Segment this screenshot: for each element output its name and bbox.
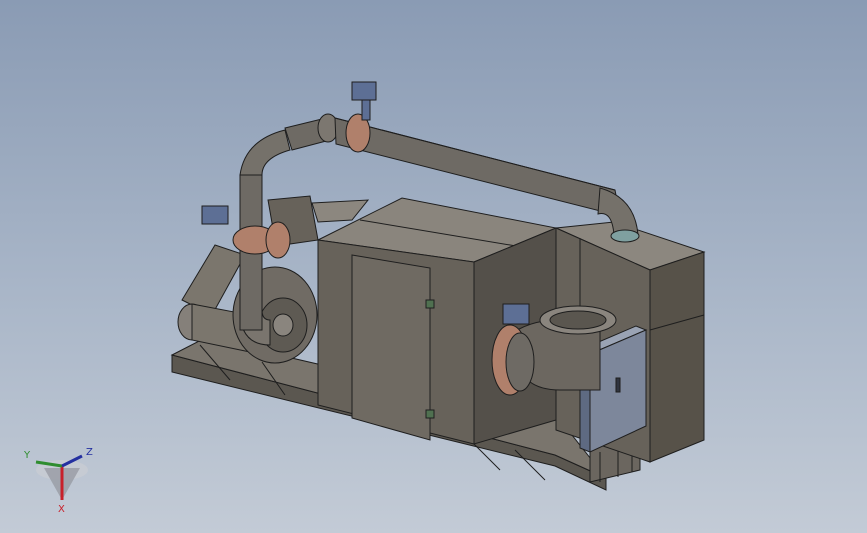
actuator-icon bbox=[351, 81, 377, 101]
cad-model-view[interactable]: X Y Z bbox=[0, 0, 867, 533]
z-axis-label: Z bbox=[86, 447, 93, 458]
x-axis-label: X bbox=[58, 504, 65, 515]
axis-triad: X Y Z bbox=[23, 447, 93, 515]
hinge-icon bbox=[425, 409, 435, 419]
cad-viewport[interactable]: X Y Z bbox=[0, 0, 867, 533]
y-axis-label: Y bbox=[23, 450, 31, 461]
actuator-icon bbox=[502, 303, 530, 325]
actuator-icon bbox=[201, 205, 229, 225]
outlet-elbow[interactable] bbox=[491, 303, 617, 396]
handle-icon bbox=[615, 377, 621, 393]
hinge-icon bbox=[425, 299, 435, 309]
